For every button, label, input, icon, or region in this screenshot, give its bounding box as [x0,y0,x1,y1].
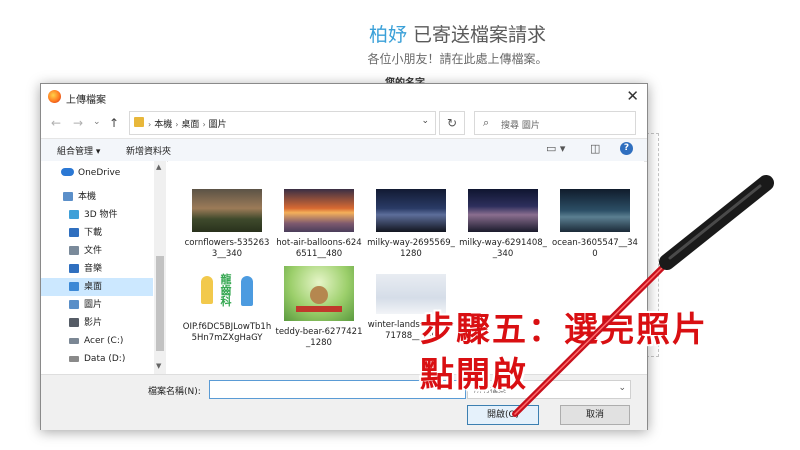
pointer-stick-icon [512,175,774,417]
